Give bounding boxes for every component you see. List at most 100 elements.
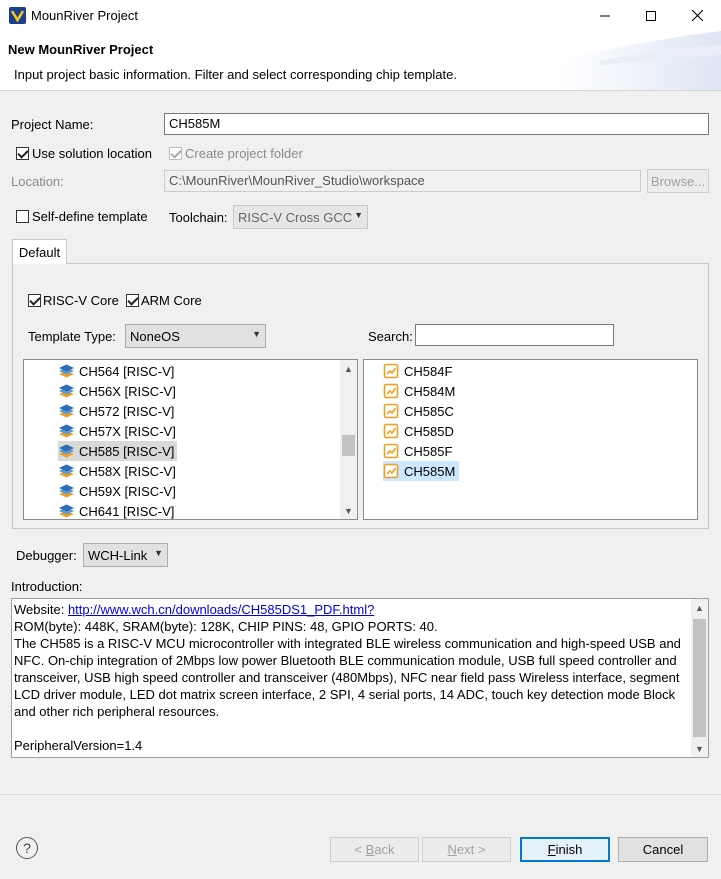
banner-description: Input project basic information. Filter … [14,67,457,82]
use-solution-location-label: Use solution location [32,146,152,161]
maximize-button[interactable] [628,0,674,31]
chip-family-item[interactable]: CH641 [RISC-V] [58,501,177,519]
chip-family-item[interactable]: CH57X [RISC-V] [58,421,179,441]
chip-family-label: CH572 [RISC-V] [79,403,175,419]
arm-core-checkbox[interactable]: ARM Core [126,293,202,308]
layers-icon [59,384,74,398]
chip-family-list[interactable]: CH564 [RISC-V] CH56X [RISC-V] CH572 [RISC-… [23,359,358,520]
self-define-template-checkbox[interactable]: Self-define template [16,209,148,224]
self-define-template-label: Self-define template [32,209,148,224]
chip-model-item[interactable]: CH584M [383,381,459,401]
debugger-select[interactable]: WCH-Link ▼ [83,543,168,567]
website-label: Website: [14,602,68,617]
website-link[interactable]: http://www.wch.cn/downloads/CH585DS1_PDF… [68,602,374,617]
next-rest: ext > [456,842,486,857]
search-label: Search: [368,329,413,344]
cancel-button[interactable]: Cancel [618,837,708,862]
window-title: MounRiver Project [31,8,138,23]
rom-info: ROM(byte): 448K, SRAM(byte): 128K, CHIP … [14,619,438,634]
scroll-thumb[interactable] [693,619,706,737]
chip-model-item[interactable]: CH585M [383,461,460,481]
chip-family-item[interactable]: CH585 [RISC-V] [58,441,178,461]
chip-family-item[interactable]: CH572 [RISC-V] [58,401,177,421]
layers-icon [59,364,74,378]
toolchain-select[interactable]: RISC-V Cross GCC ▼ [233,205,368,229]
chip-model-label: CH585C [404,403,454,419]
scroll-down-icon[interactable]: ▼ [691,740,708,757]
scroll-up-icon[interactable]: ▲ [340,360,357,377]
checkbox-box [16,210,29,223]
next-button[interactable]: Next > [422,837,511,862]
wizard-banner: New MounRiver Project Input project basi… [0,31,721,91]
close-button[interactable] [674,0,720,31]
toolchain-value: RISC-V Cross GCC [238,209,353,225]
minimize-button[interactable] [582,0,628,31]
checkbox-box [126,294,139,307]
back-button[interactable]: < Back [330,837,419,862]
browse-button[interactable]: Browse... [647,169,709,193]
chip-family-label: CH59X [RISC-V] [79,483,176,499]
introduction-label: Introduction: [11,579,83,594]
chip-family-item[interactable]: CH564 [RISC-V] [58,361,177,381]
create-project-folder-checkbox[interactable]: Create project folder [169,146,303,161]
template-type-label: Template Type: [28,329,116,344]
divider [0,794,721,795]
vertical-scrollbar[interactable]: ▲ ▼ [340,360,357,519]
chip-model-item[interactable]: CH585D [383,421,458,441]
banner-title: New MounRiver Project [8,42,154,57]
banner-decoration [560,31,721,90]
checkbox-box [16,147,29,160]
chip-family-label: CH58X [RISC-V] [79,463,176,479]
debugger-value: WCH-Link [88,547,148,563]
help-button[interactable]: ? [16,837,38,859]
peripheral-version: PeripheralVersion=1.4 [14,738,143,753]
use-solution-location-checkbox[interactable]: Use solution location [16,146,152,161]
chip-model-item[interactable]: CH585F [383,441,456,461]
back-mnemonic: B [365,842,375,857]
chip-description: The CH585 is a RISC-V MCU microcontrolle… [14,636,681,719]
chip-family-item[interactable]: CH59X [RISC-V] [58,481,179,501]
project-name-input[interactable]: CH585M [164,113,709,135]
riscv-core-checkbox[interactable]: RISC-V Core [28,293,119,308]
introduction-text: Website: http://www.wch.cn/downloads/CH5… [14,601,690,754]
chip-model-item[interactable]: CH584F [383,361,456,381]
location-label: Location: [11,174,64,189]
chip-family-item[interactable]: CH56X [RISC-V] [58,381,179,401]
help-icon: ? [23,840,31,856]
layers-icon [59,444,74,458]
search-input[interactable] [415,324,614,346]
riscv-core-label: RISC-V Core [43,293,119,308]
scroll-up-icon[interactable]: ▲ [691,599,708,616]
chip-template-icon [383,443,399,459]
arm-core-label: ARM Core [141,293,202,308]
layers-icon [59,464,74,478]
debugger-label: Debugger: [16,548,77,563]
chip-family-label: CH564 [RISC-V] [79,363,175,379]
scroll-thumb[interactable] [342,435,355,456]
layers-icon [59,424,74,438]
layers-icon [59,504,74,518]
chip-model-list[interactable]: CH584F CH584M CH585C CH585D CH585F CH585M [363,359,698,520]
scroll-down-icon[interactable]: ▼ [340,502,357,519]
chip-template-icon [383,363,399,379]
chip-family-label: CH641 [RISC-V] [79,503,175,519]
introduction-textarea[interactable]: Website: http://www.wch.cn/downloads/CH5… [11,598,709,758]
template-type-select[interactable]: NoneOS ▼ [125,324,266,348]
next-mnemonic: N [447,842,457,857]
project-name-label: Project Name: [11,117,94,132]
chip-model-item[interactable]: CH585C [383,401,458,421]
chip-template-icon [383,403,399,419]
chip-family-label: CH585 [RISC-V] [79,443,175,459]
vertical-scrollbar[interactable]: ▲ ▼ [691,599,708,757]
chevron-down-icon: ▼ [252,329,261,339]
create-project-folder-label: Create project folder [185,146,303,161]
layers-icon [59,404,74,418]
tab-default[interactable]: Default [12,239,67,264]
chip-template-icon [383,463,399,479]
finish-button[interactable]: Finish [520,837,610,862]
chip-family-item[interactable]: CH58X [RISC-V] [58,461,179,481]
chip-template-icon [383,383,399,399]
location-input[interactable]: C:\MounRiver\MounRiver_Studio\workspace [164,170,641,192]
minimize-icon [600,15,610,16]
